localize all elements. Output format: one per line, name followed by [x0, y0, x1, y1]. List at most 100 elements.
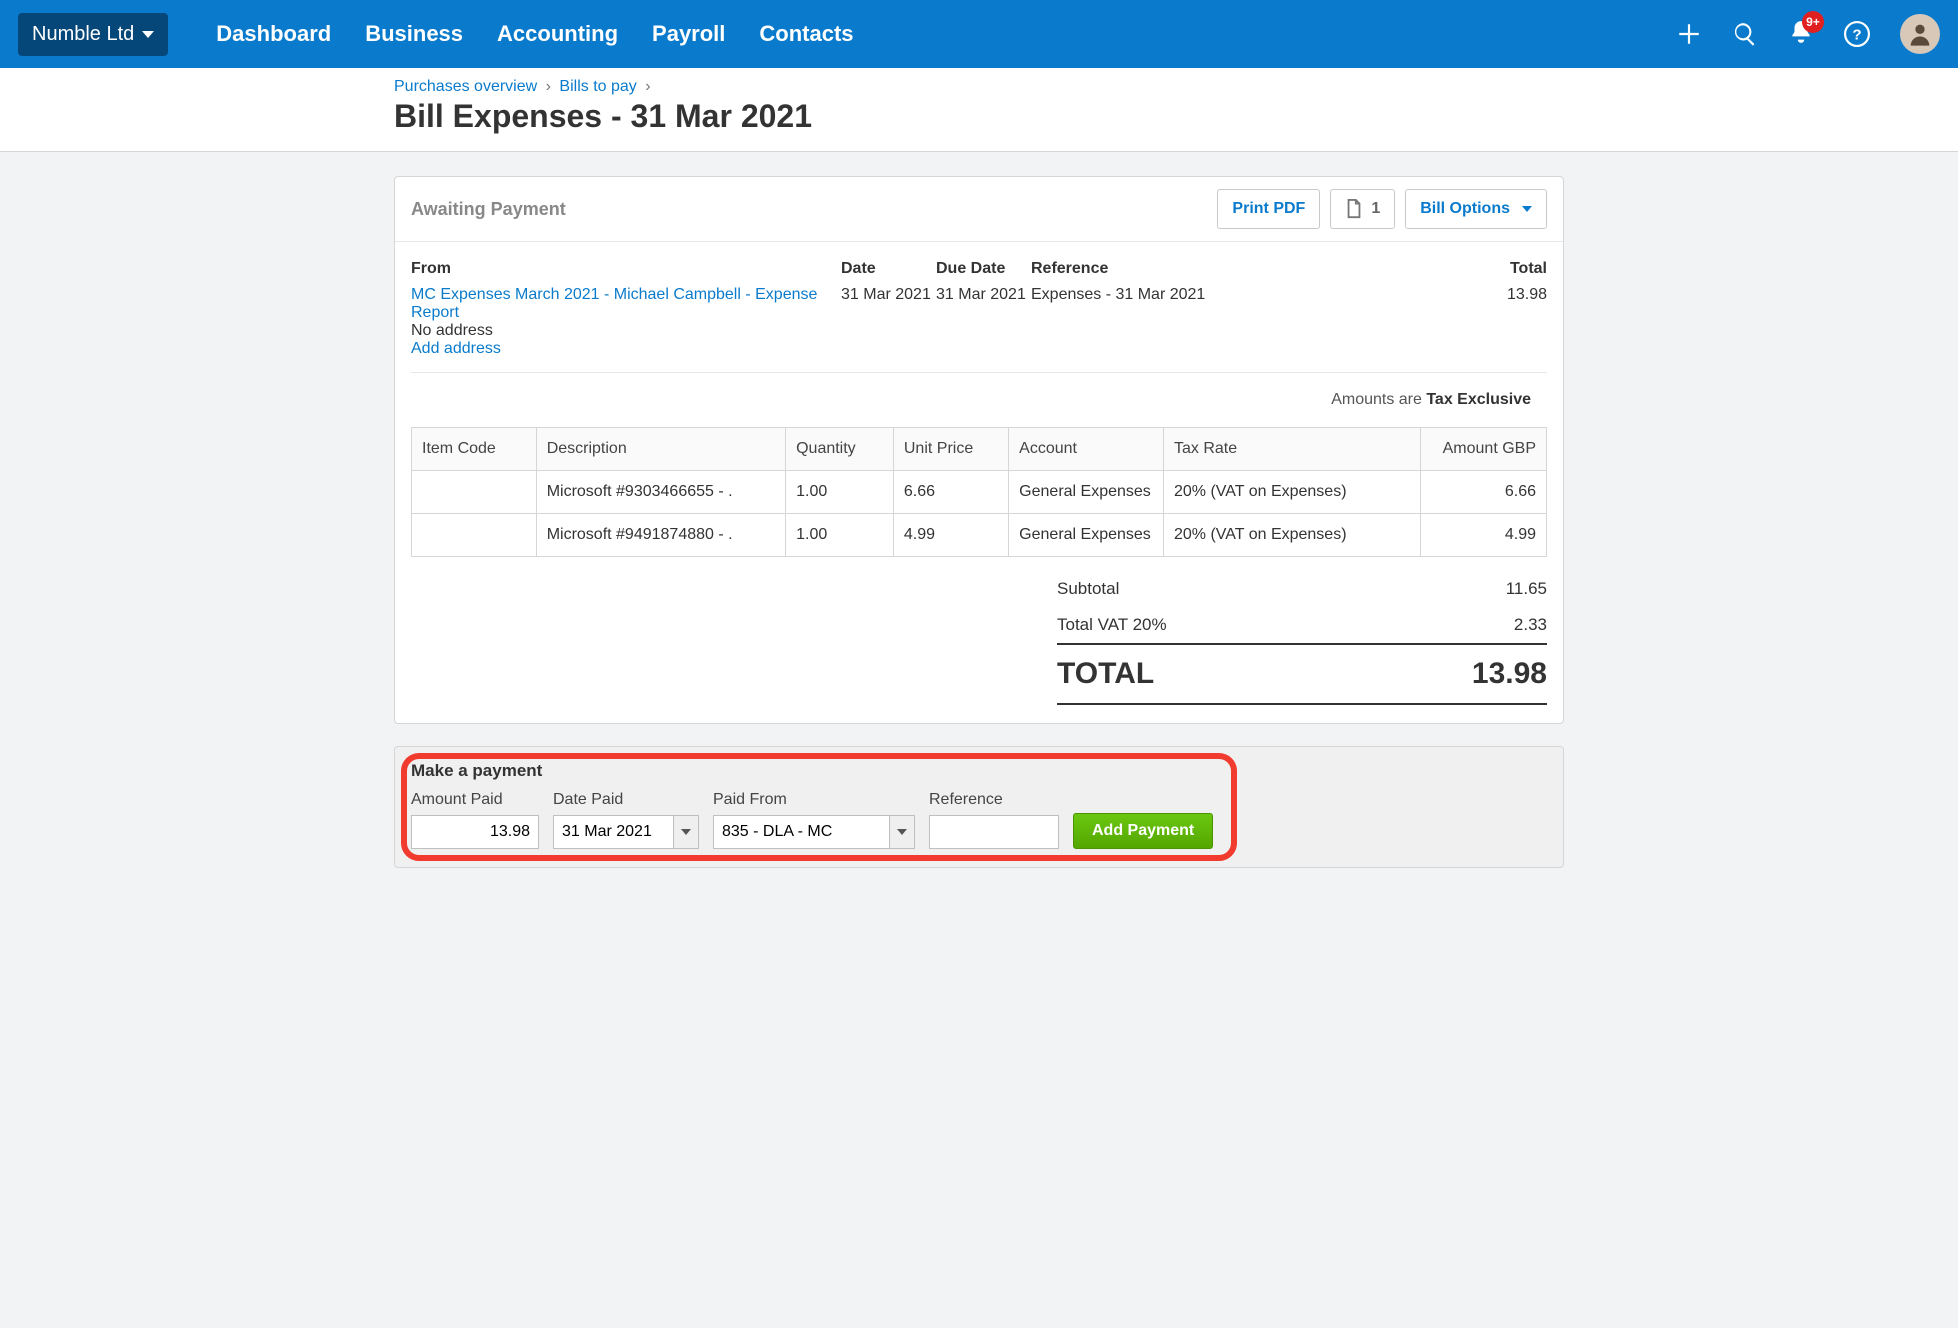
- paid-from-input[interactable]: [713, 815, 889, 849]
- bill-info: From Date Due Date Reference Total MC Ex…: [395, 242, 1563, 427]
- status-bar: Awaiting Payment Print PDF 1 Bill Option…: [395, 177, 1563, 242]
- header-from: From: [411, 260, 841, 278]
- bill-date: 31 Mar 2021: [841, 286, 936, 358]
- line-items-table: Item Code Description Quantity Unit Pric…: [411, 427, 1547, 557]
- org-name: Numble Ltd: [32, 23, 134, 46]
- cell-unit-price: 6.66: [893, 471, 1008, 514]
- breadcrumb-sep: ›: [546, 78, 551, 95]
- subtotal-value: 11.65: [1506, 579, 1547, 599]
- nav-business[interactable]: Business: [365, 21, 463, 47]
- cell-tax-rate: 20% (VAT on Expenses): [1164, 514, 1421, 557]
- amounts-note-prefix: Amounts are: [1331, 391, 1426, 408]
- file-icon: [1345, 199, 1363, 219]
- print-pdf-button[interactable]: Print PDF: [1217, 189, 1320, 229]
- subheader: Purchases overview › Bills to pay › Bill…: [0, 68, 1958, 152]
- nav-dashboard[interactable]: Dashboard: [216, 21, 331, 47]
- nav-contacts[interactable]: Contacts: [759, 21, 853, 47]
- date-paid-dropdown[interactable]: [673, 815, 699, 849]
- avatar[interactable]: [1900, 14, 1940, 54]
- bill-card: Awaiting Payment Print PDF 1 Bill Option…: [394, 176, 1564, 724]
- bill-options-label: Bill Options: [1420, 200, 1510, 218]
- paid-from-label: Paid From: [713, 791, 915, 809]
- status-text: Awaiting Payment: [411, 199, 566, 220]
- page-title: Bill Expenses - 31 Mar 2021: [394, 98, 1564, 135]
- cell-quantity: 1.00: [786, 514, 894, 557]
- cell-amount: 6.66: [1420, 471, 1546, 514]
- nav-accounting[interactable]: Accounting: [497, 21, 618, 47]
- make-payment-panel: Make a payment Amount Paid Date Paid Pai…: [394, 746, 1564, 868]
- col-description: Description: [536, 428, 785, 471]
- col-tax-rate: Tax Rate: [1164, 428, 1421, 471]
- amounts-note: Amounts are Tax Exclusive: [411, 372, 1547, 419]
- bill-from-link[interactable]: MC Expenses March 2021 - Michael Campbel…: [411, 286, 817, 321]
- amounts-note-value: Tax Exclusive: [1426, 391, 1531, 408]
- bill-reference: Expenses - 31 Mar 2021: [1031, 286, 1427, 358]
- print-pdf-label: Print PDF: [1232, 200, 1305, 218]
- attachments-button[interactable]: 1: [1330, 189, 1395, 229]
- add-payment-label: Add Payment: [1092, 822, 1194, 839]
- col-amount: Amount GBP: [1420, 428, 1546, 471]
- help-icon[interactable]: ?: [1844, 21, 1870, 47]
- bill-options-button[interactable]: Bill Options: [1405, 189, 1547, 229]
- chevron-down-icon: [142, 31, 154, 38]
- vat-value: 2.33: [1514, 615, 1547, 635]
- col-unit-price: Unit Price: [893, 428, 1008, 471]
- col-account: Account: [1009, 428, 1164, 471]
- header-total: Total: [1427, 260, 1547, 278]
- chevron-down-icon: [1522, 206, 1532, 212]
- add-address-link[interactable]: Add address: [411, 340, 501, 357]
- org-selector[interactable]: Numble Ltd: [18, 13, 168, 56]
- col-quantity: Quantity: [786, 428, 894, 471]
- table-row: Microsoft #9491874880 - .1.004.99General…: [412, 514, 1547, 557]
- header-reference: Reference: [1031, 260, 1427, 278]
- add-payment-button[interactable]: Add Payment: [1073, 813, 1213, 849]
- cell-unit-price: 4.99: [893, 514, 1008, 557]
- cell-tax-rate: 20% (VAT on Expenses): [1164, 471, 1421, 514]
- cell-amount: 4.99: [1420, 514, 1546, 557]
- breadcrumb: Purchases overview › Bills to pay ›: [394, 78, 1564, 96]
- cell-item-code: [412, 514, 537, 557]
- paid-from-dropdown[interactable]: [889, 815, 915, 849]
- bill-total: 13.98: [1427, 286, 1547, 358]
- items-wrap: Item Code Description Quantity Unit Pric…: [395, 427, 1563, 723]
- svg-text:?: ?: [1852, 26, 1861, 43]
- notifications-bell[interactable]: 9+: [1788, 19, 1814, 50]
- totals: Subtotal 11.65 Total VAT 20% 2.33 TOTAL …: [1057, 571, 1547, 705]
- date-paid-label: Date Paid: [553, 791, 699, 809]
- col-item-code: Item Code: [412, 428, 537, 471]
- header-date: Date: [841, 260, 936, 278]
- cell-item-code: [412, 471, 537, 514]
- cell-description: Microsoft #9303466655 - .: [536, 471, 785, 514]
- cell-description: Microsoft #9491874880 - .: [536, 514, 785, 557]
- bill-no-address: No address: [411, 322, 493, 339]
- action-buttons: Print PDF 1 Bill Options: [1217, 189, 1547, 229]
- amount-paid-label: Amount Paid: [411, 791, 539, 809]
- subtotal-label: Subtotal: [1057, 579, 1119, 599]
- header-due: Due Date: [936, 260, 1031, 278]
- nav-payroll[interactable]: Payroll: [652, 21, 725, 47]
- nav-right: 9+ ?: [1676, 14, 1940, 54]
- grand-total-label: TOTAL: [1057, 657, 1154, 691]
- date-paid-input[interactable]: [553, 815, 673, 849]
- attachments-count: 1: [1371, 200, 1380, 218]
- cell-account: General Expenses: [1009, 514, 1164, 557]
- breadcrumb-bills[interactable]: Bills to pay: [559, 78, 636, 95]
- vat-label: Total VAT 20%: [1057, 615, 1167, 635]
- cell-account: General Expenses: [1009, 471, 1164, 514]
- reference-label: Reference: [929, 791, 1059, 809]
- nav-links: Dashboard Business Accounting Payroll Co…: [216, 21, 853, 47]
- breadcrumb-sep: ›: [645, 78, 650, 95]
- amount-paid-input[interactable]: [411, 815, 539, 849]
- make-payment-title: Make a payment: [411, 761, 1547, 781]
- plus-icon[interactable]: [1676, 21, 1702, 47]
- chevron-down-icon: [681, 829, 691, 835]
- bill-due-date: 31 Mar 2021: [936, 286, 1031, 358]
- chevron-down-icon: [897, 829, 907, 835]
- reference-input[interactable]: [929, 815, 1059, 849]
- search-icon[interactable]: [1732, 21, 1758, 47]
- cell-quantity: 1.00: [786, 471, 894, 514]
- breadcrumb-purchases[interactable]: Purchases overview: [394, 78, 537, 95]
- grand-total-value: 13.98: [1472, 657, 1547, 691]
- table-row: Microsoft #9303466655 - .1.006.66General…: [412, 471, 1547, 514]
- top-nav: Numble Ltd Dashboard Business Accounting…: [0, 0, 1958, 68]
